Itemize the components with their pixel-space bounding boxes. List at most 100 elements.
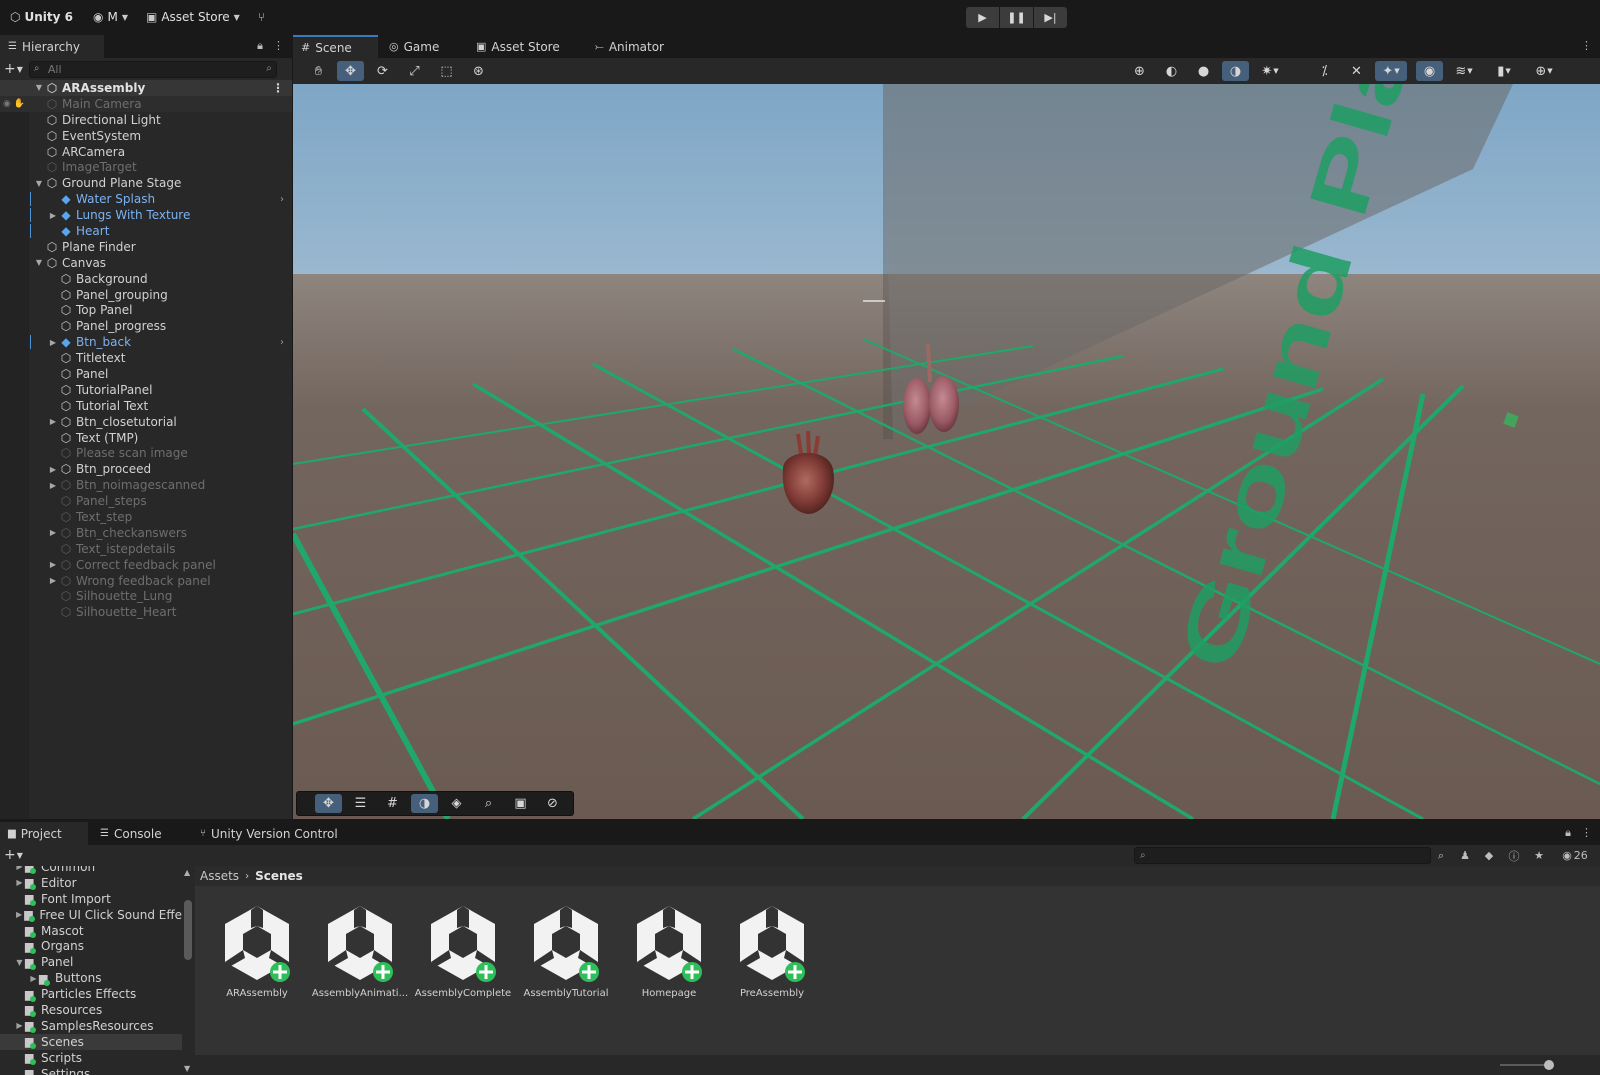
expand-arrow-icon[interactable]: ▶ xyxy=(14,866,25,871)
unity-menu[interactable]: ⬡ Unity 6 xyxy=(4,5,79,29)
scene-asset[interactable]: AssemblyComplete xyxy=(413,902,513,999)
expand-arrow-icon[interactable]: ▶ xyxy=(47,576,59,585)
folder-item[interactable]: ▶ ▆ SamplesResources xyxy=(0,1018,182,1034)
hierarchy-item[interactable]: ▶ ⬡ Btn_noimagescanned xyxy=(0,477,292,493)
scale-tool-button[interactable]: ⤢ xyxy=(401,61,428,81)
chevron-right-icon[interactable]: › xyxy=(280,194,284,205)
hierarchy-item[interactable]: ▶ ⬡ Btn_closetutorial xyxy=(0,414,292,430)
tab-hierarchy[interactable]: ☰ Hierarchy xyxy=(0,35,104,58)
breadcrumb-scenes[interactable]: Scenes xyxy=(255,869,303,883)
hierarchy-item[interactable]: ⬡ Silhouette_Lung xyxy=(0,589,292,605)
hierarchy-item[interactable]: ⬡ Text_istepdetails xyxy=(0,541,292,557)
visibility-eye-icon[interactable]: ◉ ✋ xyxy=(3,99,25,109)
create-asset-button[interactable]: + ▼ xyxy=(4,847,23,863)
layers-button[interactable]: ≋ ▼ xyxy=(1448,61,1480,81)
audio-toggle-button[interactable]: ✕ xyxy=(1343,61,1370,81)
folder-item[interactable]: ▆ Resources xyxy=(0,1002,182,1018)
account-dropdown[interactable]: ◉ M ▼ xyxy=(87,5,134,29)
hierarchy-item[interactable]: ⬡ TutorialPanel xyxy=(0,382,292,398)
scene-viewport[interactable]: Ground Plane xyxy=(293,84,1600,819)
folder-item[interactable]: ▶ ▆ Free UI Click Sound Effe xyxy=(0,907,182,923)
scene-asset[interactable]: ARAssembly xyxy=(207,902,307,999)
overlay-navigation-button[interactable]: ⊘ xyxy=(539,794,566,813)
hierarchy-item[interactable]: ◆ Heart xyxy=(0,223,292,239)
hierarchy-item[interactable]: ⬡ Top Panel xyxy=(0,302,292,318)
expand-arrow-icon[interactable]: ▼ xyxy=(33,179,45,188)
expand-arrow-icon[interactable]: ▶ xyxy=(14,910,24,919)
hierarchy-item[interactable]: ▶ ◆ Btn_back › xyxy=(0,334,292,350)
expand-arrow-icon[interactable]: ▶ xyxy=(47,338,59,347)
folder-item[interactable]: ▆ Font Import xyxy=(0,891,182,907)
tab-console[interactable]: ☰ Console xyxy=(92,822,184,845)
hierarchy-item[interactable]: ◉ ✋ ⬡ Main Camera xyxy=(0,95,292,112)
search-by-type-button[interactable]: ⌕ xyxy=(1432,847,1450,864)
tab-asset-store[interactable]: ▣ Asset Store xyxy=(468,35,580,58)
hierarchy-item[interactable]: ▶ ◆ Lungs With Texture xyxy=(0,207,292,223)
hierarchy-item[interactable]: ◆ Water Splash › xyxy=(0,191,292,207)
hierarchy-item[interactable]: ⬡ Titletext xyxy=(0,350,292,366)
hand-tool-button[interactable]: ✋︎ xyxy=(305,61,332,81)
expand-arrow-icon[interactable]: ▶ xyxy=(47,528,59,537)
hierarchy-item[interactable]: ▶ ⬡ Btn_proceed xyxy=(0,461,292,477)
folder-item[interactable]: ▆ Particles Effects xyxy=(0,986,182,1002)
tab-animator[interactable]: ⤚ Animator xyxy=(587,35,677,58)
expand-arrow-icon[interactable]: ▶ xyxy=(28,974,39,983)
folder-item[interactable]: ▆ Scripts xyxy=(0,1050,182,1066)
effects-toggle-button[interactable]: ✦ ▼ xyxy=(1375,61,1407,81)
shaded-mode-button[interactable]: ● xyxy=(1190,61,1217,81)
scrollbar-thumb[interactable] xyxy=(184,900,192,960)
hierarchy-item[interactable]: ▶ ⬡ Btn_checkanswers xyxy=(0,525,292,541)
tab-game[interactable]: ◎ Game xyxy=(381,35,461,58)
step-button[interactable]: ▶| xyxy=(1034,7,1067,28)
overlay-tool-settings-button[interactable]: ☰ xyxy=(347,794,374,813)
hierarchy-item[interactable]: ⬡ Plane Finder xyxy=(0,239,292,255)
scroll-up-icon[interactable]: ▲ xyxy=(184,868,190,877)
hierarchy-item[interactable]: ▼ ⬡ Ground Plane Stage xyxy=(0,175,292,191)
folder-item[interactable]: ▆ Scenes xyxy=(0,1033,182,1050)
breadcrumb-assets[interactable]: Assets xyxy=(200,869,239,883)
play-button[interactable]: ▶ xyxy=(966,7,999,28)
kebab-menu-icon[interactable]: ⋮ xyxy=(272,81,284,95)
hierarchy-item[interactable]: ⬡ Panel xyxy=(0,366,292,382)
2d-toggle-button[interactable]: ⁒ xyxy=(1311,61,1338,81)
lighting-toggle-button[interactable]: ◑ xyxy=(1222,61,1249,81)
hierarchy-search-input[interactable] xyxy=(47,62,248,76)
scene-asset[interactable]: Homepage xyxy=(619,902,719,999)
rotate-tool-button[interactable]: ⟳ xyxy=(369,61,396,81)
hierarchy-item[interactable]: ⬡ ImageTarget xyxy=(0,159,292,175)
kebab-menu-icon[interactable]: ⋮ xyxy=(273,39,284,53)
visibility-toggle-button[interactable]: ◉ xyxy=(1416,61,1443,81)
expand-arrow-icon[interactable]: ▼ xyxy=(14,958,25,967)
log-filter-button[interactable]: ⓘ xyxy=(1505,847,1523,864)
zoom-slider-knob[interactable] xyxy=(1544,1060,1554,1070)
expand-arrow-icon[interactable]: ▶ xyxy=(14,878,25,887)
hierarchy-item[interactable]: ▶ ⬡ Correct feedback panel xyxy=(0,557,292,573)
search-by-label-button[interactable]: ♟ xyxy=(1456,847,1474,864)
overlay-grid-button[interactable]: # xyxy=(379,794,406,813)
expand-arrow-icon[interactable]: ▶ xyxy=(47,481,59,490)
folder-item[interactable]: ▶▆Common xyxy=(0,866,182,875)
favorites-button[interactable]: ★ xyxy=(1530,847,1548,864)
hierarchy-item[interactable]: ▼ ⬡ Canvas xyxy=(0,255,292,271)
overlay-search-button[interactable]: ⌕ xyxy=(475,794,502,813)
lock-icon[interactable]: 🔒︎ xyxy=(257,39,263,53)
kebab-menu-icon[interactable]: ⋮ xyxy=(1581,39,1592,52)
tag-filter-button[interactable]: ◆ xyxy=(1480,847,1498,864)
hierarchy-item[interactable]: ⬡ Panel_grouping xyxy=(0,287,292,303)
expand-arrow-icon[interactable]: ▶ xyxy=(47,465,59,474)
expand-arrow-icon[interactable]: ▼ xyxy=(33,258,45,267)
hierarchy-item[interactable]: ⬡ Please scan image xyxy=(0,445,292,461)
rect-tool-button[interactable]: ⬚ xyxy=(433,61,460,81)
overlay-camera-button[interactable]: ▣ xyxy=(507,794,534,813)
scene-asset[interactable]: PreAssembly xyxy=(722,902,822,999)
hidden-packages-button[interactable]: ◉ 26 xyxy=(1553,847,1597,864)
overlay-layers-button[interactable]: ◈ xyxy=(443,794,470,813)
hierarchy-item[interactable]: ⬡ Tutorial Text xyxy=(0,398,292,414)
expand-arrow-icon[interactable]: ▶ xyxy=(47,211,59,220)
folder-item[interactable]: ▶ ▆ Buttons xyxy=(0,970,182,986)
expand-arrow-icon[interactable]: ▼ xyxy=(33,83,45,92)
debug-draw-button[interactable]: ✷ ▼ xyxy=(1254,61,1286,81)
scene-asset[interactable]: AssemblyAnimati... xyxy=(310,902,410,999)
search-by-type-icon[interactable]: ⌕ xyxy=(266,63,272,74)
tab-scene[interactable]: # Scene xyxy=(293,35,378,58)
